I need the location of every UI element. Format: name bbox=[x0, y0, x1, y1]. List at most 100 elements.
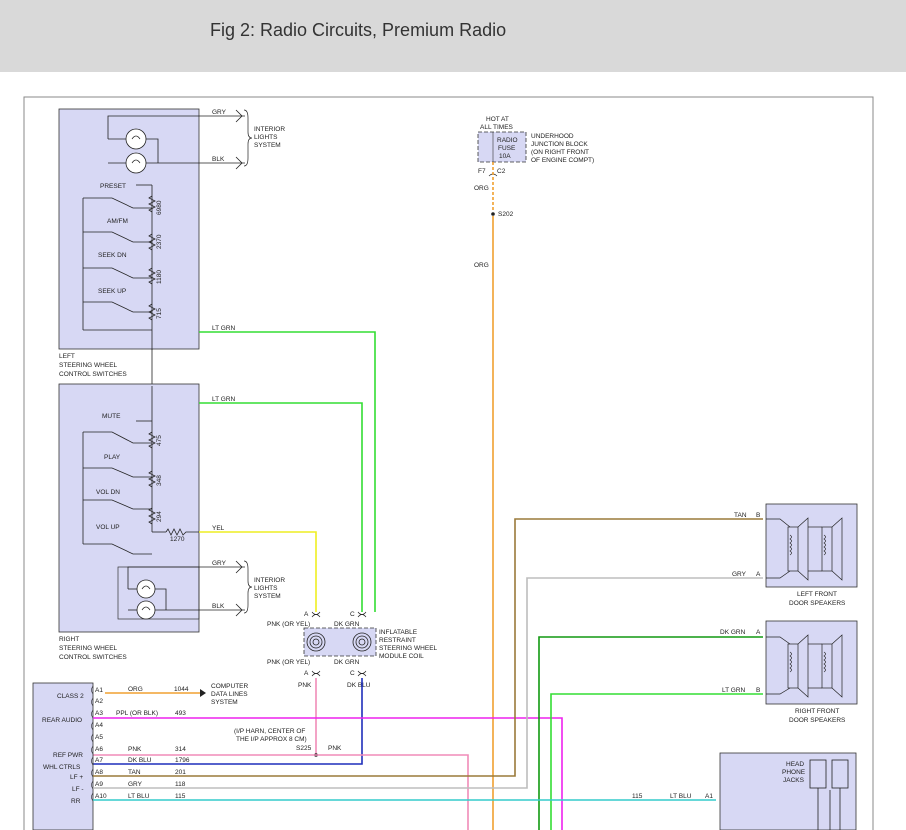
right-series-res: 1270 bbox=[170, 536, 185, 543]
radio-a6-circuit: 314 bbox=[175, 746, 186, 753]
wire-magenta bbox=[93, 717, 563, 830]
right-btn-voldn: VOL DN bbox=[96, 489, 120, 496]
left-res-3: 1180 bbox=[156, 270, 163, 284]
svg-text:A9: A9 bbox=[95, 781, 103, 788]
coil-label-1: INFLATABLE bbox=[379, 629, 418, 636]
coil-bottom-wire-pnk: PNK (OR YEL) bbox=[267, 659, 310, 666]
coil-pin-bottom-a: A bbox=[304, 670, 309, 677]
coil-label-3: STEERING WHEEL bbox=[379, 645, 438, 652]
left-switch-label-1: LEFT bbox=[59, 353, 75, 360]
radio-a10-color: LT BLU bbox=[128, 793, 150, 800]
left-lamp-lower bbox=[125, 152, 147, 174]
left-switch-label-2: STEERING WHEEL bbox=[59, 362, 118, 369]
svg-text:A1: A1 bbox=[95, 687, 103, 694]
svg-text:A10: A10 bbox=[95, 793, 107, 800]
svg-text:A4: A4 bbox=[95, 722, 103, 729]
radio-a9-circuit: 118 bbox=[175, 781, 186, 788]
right-lamp-lower bbox=[136, 600, 156, 620]
left-res-4: 715 bbox=[156, 308, 163, 319]
hp-circuit: 115 bbox=[632, 793, 643, 800]
fuse-hot-2: ALL TIMES bbox=[480, 124, 514, 131]
hp-label-2: PHONE bbox=[782, 769, 806, 776]
lf-pin-a: A bbox=[756, 571, 761, 578]
radio-label-class2: CLASS 2 bbox=[57, 693, 84, 700]
right-btn-mute: MUTE bbox=[102, 413, 121, 420]
left-light-wire-blk: BLK bbox=[212, 156, 225, 163]
right-switch-label-3: CONTROL SWITCHES bbox=[59, 654, 127, 661]
left-light-label-2: LIGHTS bbox=[254, 134, 278, 141]
radio-a6-color: PNK bbox=[128, 746, 142, 753]
right-switch-label-1: RIGHT bbox=[59, 636, 79, 643]
hp-label-1: HEAD bbox=[786, 761, 804, 768]
fuse-name-3: 10A bbox=[499, 153, 511, 160]
radio-a8-color: TAN bbox=[128, 769, 141, 776]
fuse-block-2: JUNCTION BLOCK bbox=[531, 141, 588, 148]
rf-wire-lt-grn: LT GRN bbox=[722, 687, 746, 694]
wire-yel bbox=[199, 531, 317, 612]
fuse-hot-1: HOT AT bbox=[486, 116, 509, 123]
left-switch-label-3: CONTROL SWITCHES bbox=[59, 371, 127, 378]
fuse-block-4: OF ENGINE COMPT) bbox=[531, 157, 594, 164]
coil-top-wire-dkgrn: DK GRN bbox=[334, 621, 360, 628]
svg-text:A3: A3 bbox=[95, 710, 103, 717]
coil-bottom-wire-dkgrn: DK GRN bbox=[334, 659, 360, 666]
lf-wire-tan: TAN bbox=[734, 512, 747, 519]
coil-label-2: RESTRAINT bbox=[379, 637, 416, 644]
coil-out-wire-pnk: PNK bbox=[298, 682, 312, 689]
right-light-label-3: SYSTEM bbox=[254, 593, 281, 600]
left-btn-seekdn: SEEK DN bbox=[98, 252, 127, 259]
s225-name: S225 bbox=[296, 745, 312, 752]
radio-pins: A1 A2 A3 A4 A5 A6 A7 A8 A9 A10 bbox=[95, 687, 107, 800]
s225-note-2: THE I/P APPROX 8 CM) bbox=[236, 736, 307, 743]
data-lines-1: COMPUTER bbox=[211, 683, 249, 690]
fuse-block-3: (ON RIGHT FRONT bbox=[531, 149, 589, 156]
fuse-pin-f7: F7 bbox=[478, 168, 486, 175]
right-out-wire-yel: YEL bbox=[212, 525, 225, 532]
radio-label-lf-plus: LF + bbox=[70, 774, 83, 781]
splice-s202-dot bbox=[491, 212, 495, 216]
svg-text:A2: A2 bbox=[95, 698, 103, 705]
wire-lt-grn-left bbox=[199, 331, 376, 612]
right-light-label-1: INTERIOR bbox=[254, 577, 285, 584]
data-lines-arrow bbox=[200, 689, 206, 697]
rf-pin-b: B bbox=[756, 687, 760, 694]
left-res-2: 2370 bbox=[156, 234, 163, 249]
coil-pin-top-c: C bbox=[350, 611, 355, 618]
lf-pin-b: B bbox=[756, 512, 760, 519]
right-lamp-upper bbox=[136, 579, 156, 599]
rf-speaker-label-1: RIGHT FRONT bbox=[795, 708, 839, 715]
data-lines-3: SYSTEM bbox=[211, 699, 238, 706]
right-btn-play: PLAY bbox=[104, 454, 121, 461]
left-btn-preset: PRESET bbox=[100, 183, 126, 190]
left-btn-amfm: AM/FM bbox=[107, 218, 128, 225]
left-light-label-3: SYSTEM bbox=[254, 142, 281, 149]
radio-a7-circuit: 1796 bbox=[175, 757, 190, 764]
right-res-1: 475 bbox=[156, 435, 163, 446]
lf-speaker-label-1: LEFT FRONT bbox=[797, 591, 837, 598]
fuse-pin-c2: C2 bbox=[497, 168, 506, 175]
radio-a1-color: ORG bbox=[128, 686, 143, 693]
radio-label-whl-ctrls: WHL CTRLS bbox=[43, 764, 81, 771]
right-res-2: 348 bbox=[156, 475, 163, 486]
fuse-name-2: FUSE bbox=[498, 145, 516, 152]
left-out-wire-label: LT GRN bbox=[212, 325, 236, 332]
radio-a7-color: DK BLU bbox=[128, 757, 152, 764]
coil-top-wire-pnk: PNK (OR YEL) bbox=[267, 621, 310, 628]
radio-a3-circuit: 493 bbox=[175, 710, 186, 717]
radio-label-ref-pwr: REF PWR bbox=[53, 752, 83, 759]
right-light-label-2: LIGHTS bbox=[254, 585, 278, 592]
hp-label-3: JACKS bbox=[783, 777, 805, 784]
left-lamp-upper bbox=[125, 128, 147, 150]
wiring-diagram: GRY BLK INTERIOR LIGHTS SYSTEM PRESET AM… bbox=[23, 96, 874, 830]
svg-text:A7: A7 bbox=[95, 757, 103, 764]
fuse-name-1: RADIO bbox=[497, 137, 518, 144]
s225-wire: PNK bbox=[328, 745, 342, 752]
lf-wire-gry: GRY bbox=[732, 571, 747, 578]
right-out-wire-lt-grn: LT GRN bbox=[212, 396, 236, 403]
fuse-wire-org-2: ORG bbox=[474, 262, 489, 269]
left-front-speaker-box bbox=[765, 503, 858, 588]
coil-pin-top-a: A bbox=[304, 611, 309, 618]
right-res-3: 294 bbox=[156, 511, 163, 522]
right-switch-panel bbox=[58, 383, 200, 633]
right-btn-volup: VOL UP bbox=[96, 524, 120, 531]
